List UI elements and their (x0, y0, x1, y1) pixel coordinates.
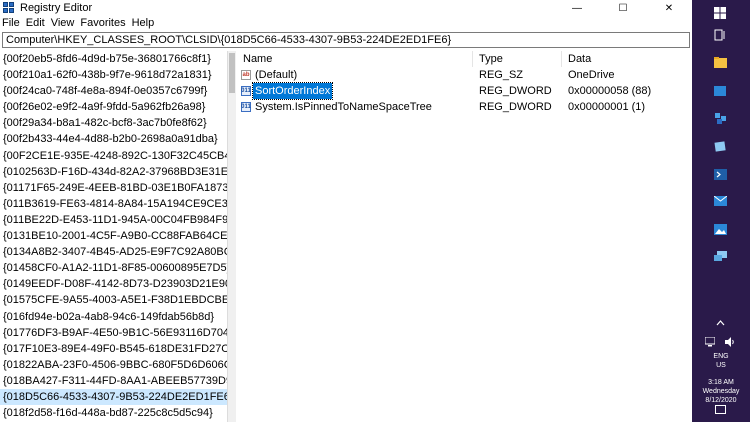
tree-item[interactable]: {016fd94e-b02a-4ab8-94c6-149fdab56b8d} (0, 309, 227, 325)
minimize-button[interactable]: — (554, 0, 600, 16)
value-row[interactable]: 011 SortOrderIndex REG_DWORD 0x00000058 (88… (237, 82, 692, 100)
photos-icon[interactable] (713, 222, 727, 236)
menu-bar: File Edit View Favorites Help (0, 16, 692, 30)
close-button[interactable]: ✕ (646, 0, 692, 16)
tree-item[interactable]: {0102563D-F16D-434d-82A2-37968BD3E31E} (0, 164, 227, 180)
registry-editor-window: Registry Editor — ☐ ✕ File Edit View Fav… (0, 0, 692, 422)
menu-file[interactable]: File (2, 17, 20, 29)
menu-help[interactable]: Help (132, 17, 155, 29)
mail-icon[interactable] (713, 194, 727, 208)
tree-item[interactable]: {017F10E3-89E4-49F0-B545-618DE31FD27C} (0, 341, 227, 357)
registry-editor-icon[interactable] (713, 111, 727, 125)
tree-item[interactable]: {011B3619-FE63-4814-8A84-15A194CE9CE3} (0, 196, 227, 212)
start-icon[interactable] (713, 6, 727, 20)
tree-item[interactable]: {00f210a1-62f0-438b-9f7e-9618d72a1831} (0, 67, 227, 83)
string-value-icon: ab (241, 70, 251, 80)
tree-item[interactable]: {011BE22D-E453-11D1-945A-00C04FB984F9} (0, 212, 227, 228)
tree-scrollbar[interactable] (228, 51, 236, 422)
column-header-type[interactable]: Type (473, 51, 562, 67)
remote-desktop-icon[interactable] (713, 250, 727, 264)
notepad-icon[interactable] (713, 139, 727, 153)
tree-item[interactable]: {01171F65-249E-4EEB-81BD-03E1B0FA1873} (0, 180, 227, 196)
value-row[interactable]: 011 System.IsPinnedToNameSpaceTree REG_DWO… (237, 99, 692, 115)
chevron-up-icon[interactable] (713, 316, 727, 330)
task-view-icon[interactable] (713, 28, 727, 42)
tree-item[interactable]: {0134A8B2-3407-4B45-AD25-E9F7C92A80BC} (0, 244, 227, 260)
value-data: 0x00000058 (88) (568, 85, 652, 97)
value-type: REG_DWORD (479, 101, 552, 113)
action-center-icon[interactable] (713, 403, 727, 417)
region-indicator[interactable]: US (692, 361, 750, 370)
value-type: REG_DWORD (479, 85, 552, 97)
value-name-cell[interactable]: ab (Default) (237, 67, 473, 83)
clock-time[interactable]: 3:18 AM (692, 378, 750, 387)
taskbar: ENG US 3:18 AM Wednesday 8/12/2020 (692, 0, 750, 422)
value-type: REG_SZ (479, 69, 524, 81)
value-name-cell[interactable]: 011 System.IsPinnedToNameSpaceTree (237, 99, 473, 115)
tree-scrollbar-thumb[interactable] (229, 53, 235, 93)
tree-item[interactable]: {00f2b433-44e4-4d88-b2b0-2698a0a91dba} (0, 131, 227, 147)
value-name[interactable]: SortOrderIndex (251, 82, 334, 100)
network-icon[interactable] (703, 335, 717, 349)
menu-favorites[interactable]: Favorites (80, 17, 125, 29)
key-tree-pane[interactable]: {00f20eb5-8fd6-4d9d-b75e-36801766c8f1} {0… (0, 51, 228, 422)
value-name-cell[interactable]: 011 SortOrderIndex (237, 82, 473, 100)
value-name[interactable]: (Default) (253, 67, 299, 83)
tree-item[interactable]: {018f2d58-f16d-448a-bd87-225c8c5d5c94} (0, 405, 227, 421)
value-row[interactable]: ab (Default) REG_SZ OneDrive (237, 67, 692, 83)
menu-edit[interactable]: Edit (26, 17, 45, 29)
tree-item[interactable]: {018BA427-F311-44FD-8AA1-ABEEB57739D9} (0, 373, 227, 389)
tree-item[interactable]: {01822ABA-23F0-4506-9BBC-680F5D6D606C} (0, 357, 227, 373)
file-explorer-icon[interactable] (713, 55, 727, 69)
value-name[interactable]: System.IsPinnedToNameSpaceTree (253, 99, 434, 115)
title-bar: Registry Editor — ☐ ✕ (0, 0, 692, 16)
column-header-data[interactable]: Data (562, 51, 692, 67)
clock-day[interactable]: Wednesday (692, 387, 750, 396)
values-list-pane[interactable]: Name Type Data ab (Default) REG_SZ OneDrive… (237, 51, 692, 422)
window-title: Registry Editor (20, 2, 93, 14)
tree-item[interactable]: {00f29a34-b8a1-482c-bcf8-3ac7b0fe8f62} (0, 115, 227, 131)
tree-item[interactable]: {01458CF0-A1A2-11D1-8F85-00600895E7D5} (0, 260, 227, 276)
dword-value-icon: 011 (241, 86, 251, 96)
tree-item[interactable]: {00F2CE1E-935E-4248-892C-130F32C45CB4} (0, 148, 227, 164)
tree-item[interactable]: {00f26e02-e9f2-4a9f-9fdd-5a962fb26a98} (0, 99, 227, 115)
dword-value-icon: 011 (241, 102, 251, 112)
tree-item[interactable]: {01776DF3-B9AF-4E50-9B1C-56E93116D704} (0, 325, 227, 341)
address-bar[interactable]: Computer\HKEY_CLASSES_ROOT\CLSID\{018D5C… (2, 32, 690, 48)
registry-editor-app-icon (3, 2, 15, 14)
powershell-icon[interactable] (713, 167, 727, 181)
language-indicator[interactable]: ENG (692, 352, 750, 361)
store-icon[interactable] (713, 83, 727, 97)
maximize-button[interactable]: ☐ (600, 0, 646, 16)
tree-item[interactable]: {0131BE10-2001-4C5F-A9B0-CC88FAB64CE8} (0, 228, 227, 244)
column-header-name[interactable]: Name (237, 51, 473, 67)
tree-item[interactable]: {01575CFE-9A55-4003-A5E1-F38D1EBDCBE1} (0, 292, 227, 308)
list-header: Name Type Data (237, 51, 692, 67)
tree-item[interactable]: {00f20eb5-8fd6-4d9d-b75e-36801766c8f1} (0, 51, 227, 67)
menu-view[interactable]: View (51, 17, 75, 29)
tree-item[interactable]: {0149EEDF-D08F-4142-8D73-D23903D21E90} (0, 276, 227, 292)
value-data: 0x00000001 (1) (568, 101, 646, 113)
value-data: OneDrive (568, 69, 615, 81)
tree-item[interactable]: {00f24ca0-748f-4e8a-894f-0e0357c6799f} (0, 83, 227, 99)
tree-item-selected[interactable]: {018D5C66-4533-4307-9B53-224DE2ED1FE6} (0, 388, 227, 406)
volume-icon[interactable] (723, 335, 737, 349)
